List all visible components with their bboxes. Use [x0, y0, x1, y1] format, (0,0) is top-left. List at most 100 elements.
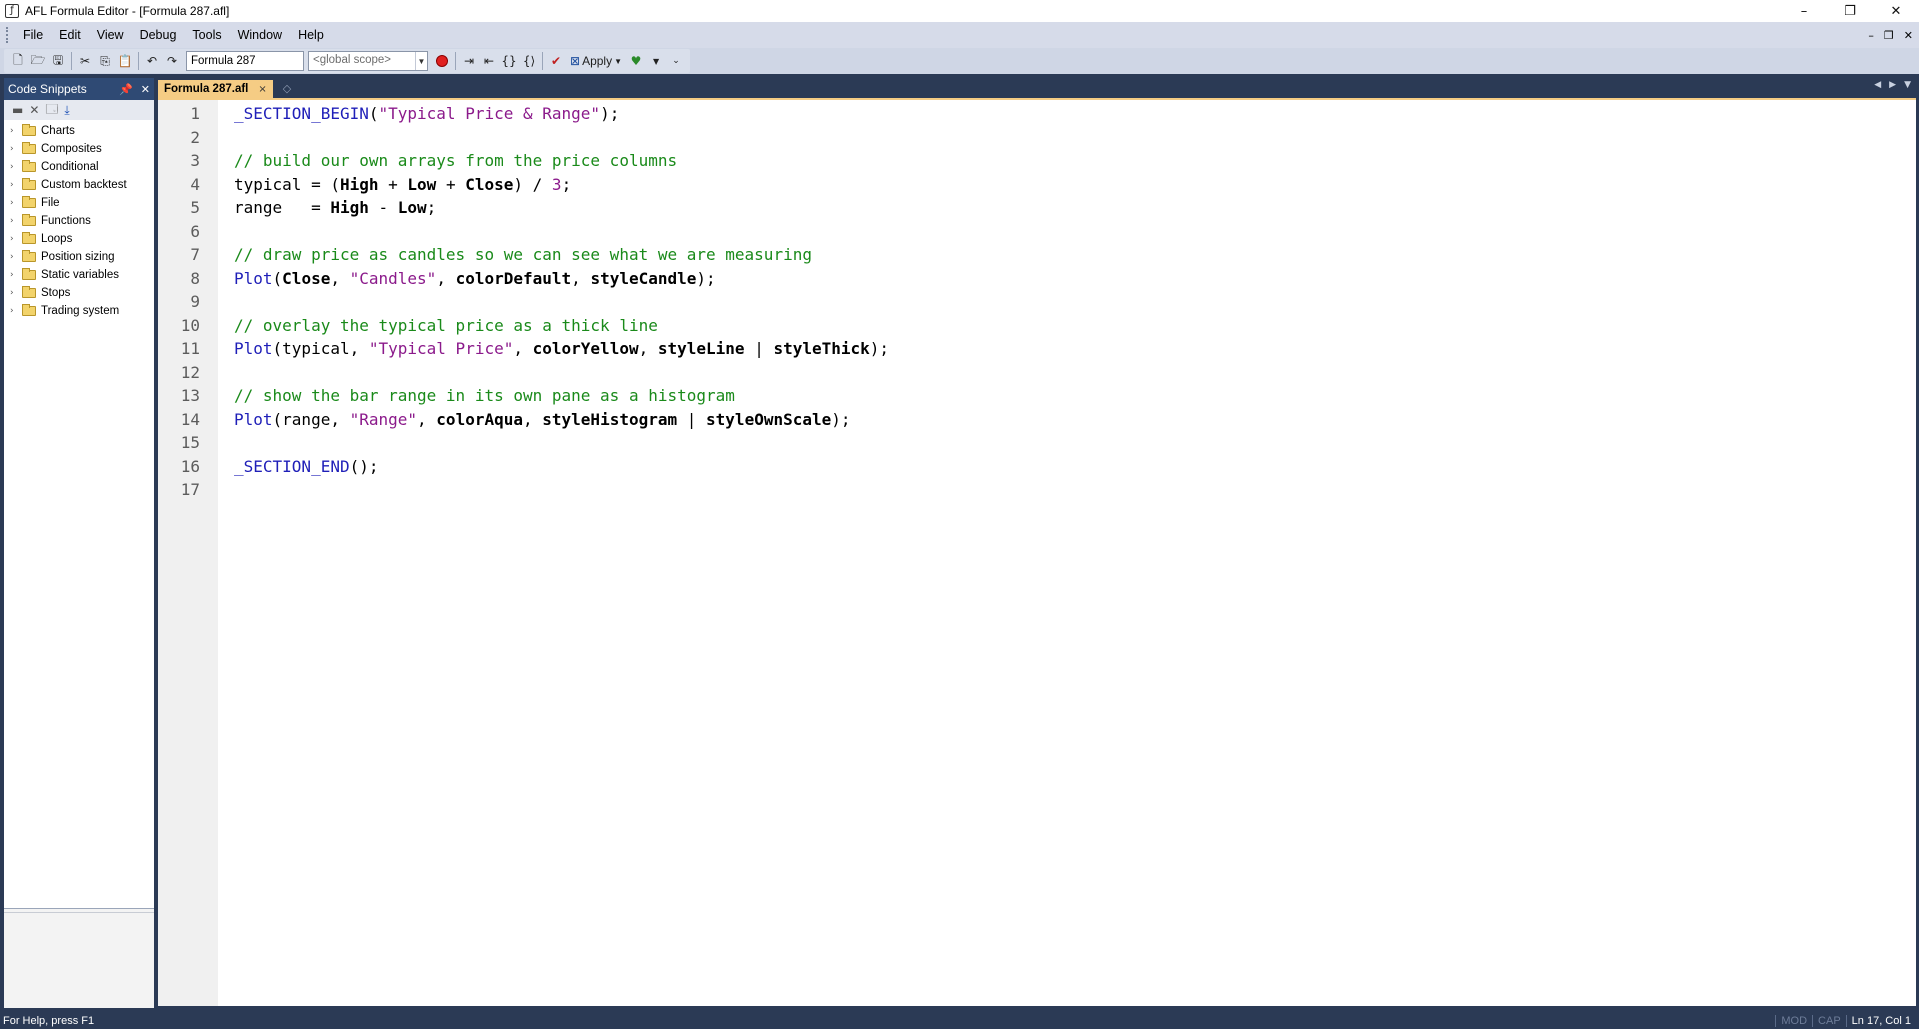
scroll-left-icon[interactable]: ◀ [1874, 80, 1881, 90]
chevron-right-icon[interactable]: › [10, 288, 20, 298]
tree-item-position-sizing[interactable]: › Position sizing [4, 248, 154, 266]
code-text-area[interactable]: _SECTION_BEGIN("Typical Price & Range");… [218, 100, 1916, 1006]
code-line[interactable]: _SECTION_END(); [234, 455, 379, 478]
chevron-right-icon[interactable]: › [10, 126, 20, 136]
chevron-right-icon[interactable]: › [10, 198, 20, 208]
scope-select-value: <global scope> [313, 54, 392, 66]
code-line[interactable]: typical = (High + Low + Close) / 3; [234, 173, 571, 196]
code-token: // build our own arrays from the price c… [234, 151, 678, 170]
menu-view[interactable]: View [89, 24, 132, 46]
redo-icon[interactable]: ↷ [162, 51, 182, 71]
menu-grip[interactable] [6, 27, 9, 43]
menu-help[interactable]: Help [290, 24, 332, 46]
breakpoint-icon[interactable] [432, 51, 452, 71]
tree-item-functions[interactable]: › Functions [4, 212, 154, 230]
format-icon[interactable]: ⇤ [479, 51, 499, 71]
code-line[interactable]: // show the bar range in its own pane as… [234, 384, 735, 407]
collapse-icon[interactable]: ▬ [12, 103, 23, 117]
chevron-right-icon[interactable]: › [10, 234, 20, 244]
code-line[interactable]: Plot(range, "Range", colorAqua, styleHis… [234, 408, 851, 431]
tab-list-icon[interactable]: ▼ [1904, 80, 1911, 90]
chevron-down-icon[interactable]: ▼ [614, 57, 622, 66]
line-number: 16 [180, 456, 200, 476]
code-line[interactable]: // draw price as candles so we can see w… [234, 243, 812, 266]
menu-tools[interactable]: Tools [184, 24, 229, 46]
delete-icon[interactable]: ✕ [29, 103, 39, 117]
doc-restore-icon[interactable]: ❐ [1884, 29, 1894, 42]
tree-item-custom-backtest[interactable]: › Custom backtest [4, 176, 154, 194]
code-token: "Typical Price" [368, 339, 514, 358]
toolbar-overflow-icon[interactable]: ⌄ [666, 51, 686, 71]
tree-item-file[interactable]: › File [4, 194, 154, 212]
paste-icon[interactable]: 📋 [115, 51, 135, 71]
tree-item-stops[interactable]: › Stops [4, 284, 154, 302]
tab-formula-287[interactable]: Formula 287.afl × [158, 80, 273, 98]
code-token: // overlay the typical price as a thick … [234, 315, 658, 335]
code-token: , [330, 268, 350, 288]
code-token: _SECTION_BEGIN [234, 104, 369, 123]
tree-item-label: Custom backtest [41, 179, 127, 191]
code-line[interactable]: // overlay the typical price as a thick … [234, 314, 658, 337]
status-cap: CAP [1812, 1014, 1846, 1027]
code-editor[interactable]: 1 2 3 4 5 6 7 8 9 10 11 12 13 14 15 16 17 _SECTION_BEGIN… [158, 98, 1916, 1006]
chevron-down-icon[interactable]: ▼ [646, 51, 666, 71]
tree-item-label: File [41, 197, 60, 209]
undo-icon[interactable]: ↶ [142, 51, 162, 71]
copy-icon[interactable]: ⎘ [95, 51, 115, 71]
line-number: 12 [180, 362, 200, 382]
chevron-right-icon[interactable]: › [10, 144, 20, 154]
menu-edit[interactable]: Edit [51, 24, 89, 46]
indent-icon[interactable]: ⇥ [459, 51, 479, 71]
folder-icon [22, 178, 36, 190]
code-line[interactable]: _SECTION_BEGIN("Typical Price & Range"); [234, 102, 619, 125]
chevron-down-icon[interactable]: ▼ [415, 52, 427, 70]
properties-icon[interactable]: 🗔 [45, 100, 58, 121]
tree-item-static-variables[interactable]: › Static variables [4, 266, 154, 284]
code-line[interactable]: Plot(Close, "Candles", colorDefault, sty… [234, 267, 716, 290]
close-icon[interactable]: ✕ [141, 83, 150, 96]
tree-item-conditional[interactable]: › Conditional [4, 158, 154, 176]
formula-name-input[interactable] [186, 51, 304, 71]
doc-close-icon[interactable]: ✕ [1904, 29, 1913, 42]
status-panes: MOD CAP Ln 17, Col 1 [1775, 1012, 1916, 1029]
code-line[interactable]: Plot(typical, "Typical Price", colorYell… [234, 337, 889, 360]
menu-file[interactable]: File [15, 24, 51, 46]
menu-debug[interactable]: Debug [132, 24, 185, 46]
line-number: 2 [190, 127, 200, 147]
chevron-right-icon[interactable]: › [10, 252, 20, 262]
document-window-controls: – ❐ ✕ [1868, 22, 1913, 48]
scope-select[interactable]: <global scope> ▼ [308, 51, 428, 71]
close-icon[interactable]: × [258, 84, 266, 95]
close-icon[interactable]: ✕ [1873, 0, 1919, 22]
brace-match-icon[interactable]: {⟩ [519, 51, 539, 71]
tree-item-composites[interactable]: › Composites [4, 140, 154, 158]
code-token: High [330, 198, 369, 217]
new-file-icon[interactable]: 🗋 [8, 51, 28, 71]
save-icon[interactable]: 🖫 [48, 51, 68, 71]
download-icon[interactable]: ⤓ [64, 103, 69, 118]
cut-icon[interactable]: ✂ [75, 51, 95, 71]
chevron-right-icon[interactable]: › [10, 270, 20, 280]
code-token: "Range" [349, 409, 418, 429]
scroll-right-icon[interactable]: ▶ [1889, 80, 1896, 90]
restore-icon[interactable]: ❐ [1827, 0, 1873, 22]
tree-item-trading-system[interactable]: › Trading system [4, 302, 154, 320]
pin-icon[interactable]: 📌 [119, 83, 133, 96]
apply-button[interactable]: ⊠ Apply ▼ [566, 51, 626, 71]
code-line[interactable]: // build our own arrays from the price c… [234, 149, 677, 172]
tree-item-loops[interactable]: › Loops [4, 230, 154, 248]
chevron-right-icon[interactable]: › [10, 306, 20, 316]
new-tab-icon[interactable]: ◇ [283, 80, 291, 98]
chevron-right-icon[interactable]: › [10, 180, 20, 190]
tree-item-charts[interactable]: › Charts [4, 122, 154, 140]
doc-minimize-icon[interactable]: – [1868, 29, 1874, 42]
chevron-right-icon[interactable]: › [10, 216, 20, 226]
verify-syntax-icon[interactable]: ✔ [546, 51, 566, 71]
code-line[interactable]: range = High - Low; [234, 196, 436, 219]
send-to-chart-icon[interactable]: ♥ [626, 51, 646, 71]
open-folder-icon[interactable]: 🗁 [28, 51, 48, 71]
menu-window[interactable]: Window [230, 24, 290, 46]
braces-icon[interactable]: {} [499, 51, 519, 71]
minimize-icon[interactable]: – [1781, 0, 1827, 22]
chevron-right-icon[interactable]: › [10, 162, 20, 172]
